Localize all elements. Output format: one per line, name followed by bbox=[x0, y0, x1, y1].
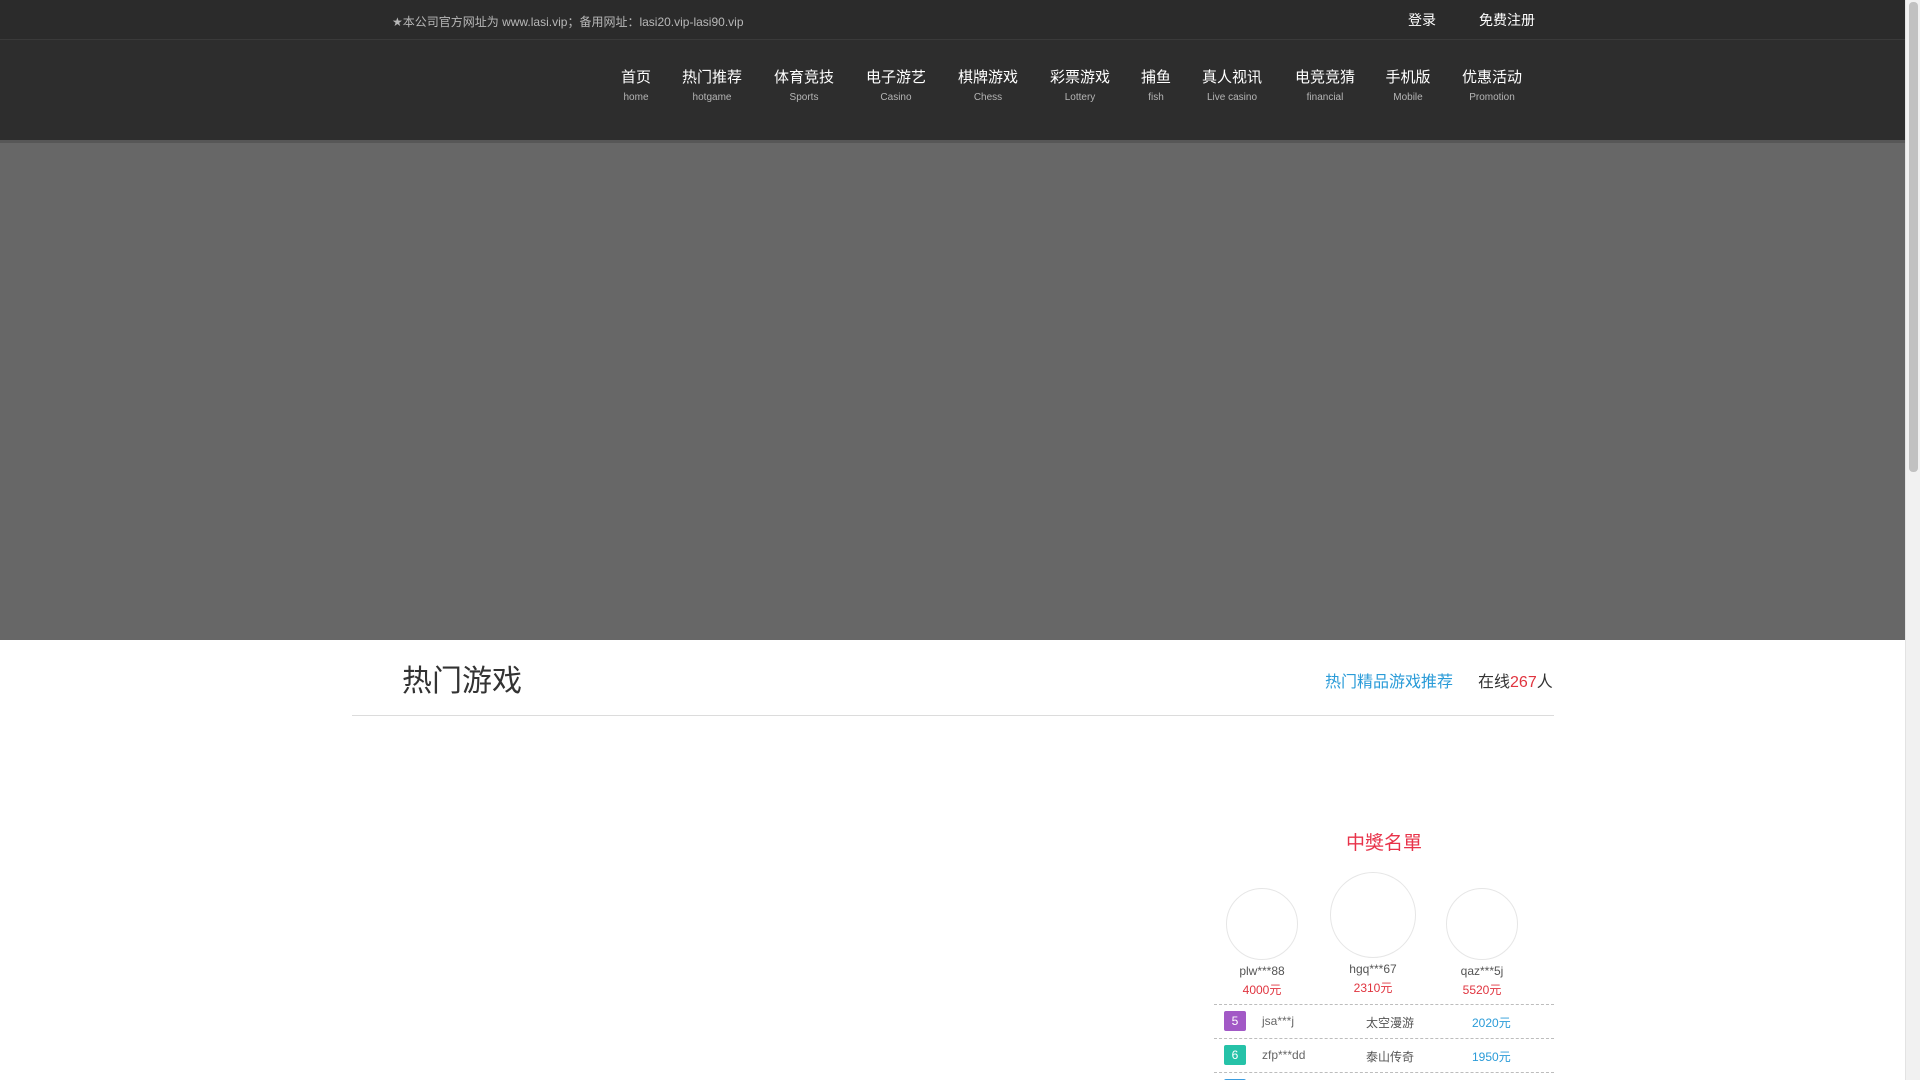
top-bar: ★本公司官方网址为 www.lasi.vip；备用网址：lasi20.vip-l… bbox=[0, 0, 1905, 40]
page-scrollbar[interactable] bbox=[1905, 0, 1920, 1080]
rank-badge: 6 bbox=[1224, 1045, 1246, 1065]
nav-sublabel: fish bbox=[1148, 92, 1164, 103]
login-link[interactable]: 登录 bbox=[1408, 10, 1436, 30]
winners-list: 5 jsa***j 太空漫游 2020元 6 zfp***dd 泰山传奇 195… bbox=[1214, 1004, 1554, 1080]
online-number: 267 bbox=[1510, 674, 1537, 691]
nav-sublabel: Promotion bbox=[1469, 92, 1515, 103]
online-count: 在线267人 bbox=[1478, 668, 1553, 692]
avatar bbox=[1226, 888, 1298, 960]
podium-slot-center: hgq***67 2310元 bbox=[1328, 872, 1418, 996]
nav-sublabel: Mobile bbox=[1393, 92, 1423, 103]
winners-panel: 中獎名單 plw***88 4000元 hgq***67 2310元 qaz**… bbox=[1214, 820, 1554, 1080]
nav-item-chess[interactable]: 棋牌游戏 Chess bbox=[958, 68, 1018, 105]
nav-label: 电竞竞猜 bbox=[1294, 69, 1356, 86]
nav-label: 彩票游戏 bbox=[1049, 69, 1111, 86]
avatar bbox=[1446, 888, 1518, 960]
scrollbar-thumb[interactable] bbox=[1909, 2, 1918, 472]
avatar bbox=[1330, 872, 1416, 958]
podium-slot-left: plw***88 4000元 bbox=[1224, 888, 1300, 998]
winner-game: 太空漫游 bbox=[1366, 1016, 1415, 1030]
winner-amount: 4000元 bbox=[1242, 983, 1282, 997]
nav-item-home[interactable]: 首页 home bbox=[621, 68, 651, 105]
nav-sublabel: Casino bbox=[880, 92, 912, 103]
main-nav: 首页 home 热门推荐 hotgame 体育竞技 Sports 电子游艺 Ca… bbox=[0, 40, 1905, 140]
winner-username: plw***88 bbox=[1239, 964, 1285, 978]
nav-label: 棋牌游戏 bbox=[957, 69, 1019, 86]
nav-sublabel: home bbox=[623, 92, 649, 103]
nav-label: 首页 bbox=[620, 69, 652, 86]
nav-label: 捕鱼 bbox=[1140, 69, 1172, 86]
nav-sublabel: Chess bbox=[973, 92, 1003, 103]
nav-item-promotion[interactable]: 优惠活动 Promotion bbox=[1462, 68, 1522, 105]
nav-sublabel: Live casino bbox=[1206, 92, 1258, 103]
nav-item-lottery[interactable]: 彩票游戏 Lottery bbox=[1050, 68, 1110, 105]
hot-games-header: 热门游戏 热门精品游戏推荐 在线267人 bbox=[352, 640, 1554, 716]
hero-banner[interactable] bbox=[0, 140, 1905, 640]
site-notice: ★本公司官方网址为 www.lasi.vip；备用网址：lasi20.vip-l… bbox=[392, 15, 744, 29]
podium-slot-right: qaz***5j 5520元 bbox=[1444, 888, 1520, 998]
nav-sublabel: Sports bbox=[789, 92, 819, 103]
nav-label: 体育竞技 bbox=[773, 69, 835, 86]
rank-badge: 5 bbox=[1224, 1011, 1246, 1031]
nav-item-mobile[interactable]: 手机版 Mobile bbox=[1385, 68, 1430, 105]
nav-label: 优惠活动 bbox=[1461, 69, 1523, 86]
winners-podium: plw***88 4000元 hgq***67 2310元 qaz***5j 5… bbox=[1214, 870, 1554, 1000]
list-item bbox=[1214, 1072, 1554, 1080]
winner-amount: 1950元 bbox=[1472, 1050, 1511, 1064]
online-suffix: 人 bbox=[1536, 674, 1553, 691]
recommended-games-link[interactable]: 热门精品游戏推荐 bbox=[1325, 668, 1453, 692]
nav-sublabel: financial bbox=[1306, 92, 1344, 103]
nav-sublabel: hotgame bbox=[692, 92, 732, 103]
nav-item-hotgame[interactable]: 热门推荐 hotgame bbox=[682, 68, 742, 105]
nav-sublabel: Lottery bbox=[1064, 92, 1096, 103]
nav-label: 热门推荐 bbox=[681, 69, 743, 86]
winner-username: zfp***dd bbox=[1262, 1048, 1306, 1062]
winner-amount: 2310元 bbox=[1353, 981, 1393, 995]
section-title: 热门游戏 bbox=[402, 665, 522, 698]
list-item: 6 zfp***dd 泰山传奇 1950元 bbox=[1214, 1038, 1554, 1072]
nav-item-live-casino[interactable]: 真人视讯 Live casino bbox=[1202, 68, 1262, 105]
page: ★本公司官方网址为 www.lasi.vip；备用网址：lasi20.vip-l… bbox=[0, 0, 1905, 1080]
winners-title: 中獎名單 bbox=[1345, 833, 1422, 854]
nav-item-esports[interactable]: 电竞竞猜 financial bbox=[1295, 68, 1355, 105]
online-prefix: 在线 bbox=[1478, 674, 1511, 691]
nav-item-casino[interactable]: 电子游艺 Casino bbox=[866, 68, 926, 105]
winner-username: qaz***5j bbox=[1460, 964, 1504, 978]
nav-label: 真人视讯 bbox=[1201, 69, 1263, 86]
winner-amount: 2020元 bbox=[1472, 1016, 1511, 1030]
nav-label: 手机版 bbox=[1385, 69, 1431, 86]
register-link[interactable]: 免费注册 bbox=[1479, 10, 1535, 30]
winner-amount: 5520元 bbox=[1462, 983, 1502, 997]
winner-username: jsa***j bbox=[1262, 1014, 1295, 1028]
nav-item-sports[interactable]: 体育竞技 Sports bbox=[774, 68, 834, 105]
winner-game: 泰山传奇 bbox=[1366, 1050, 1415, 1064]
list-item: 5 jsa***j 太空漫游 2020元 bbox=[1214, 1004, 1554, 1038]
winner-username: hgq***67 bbox=[1349, 962, 1397, 976]
nav-label: 电子游艺 bbox=[865, 69, 927, 86]
nav-item-fish[interactable]: 捕鱼 fish bbox=[1141, 68, 1171, 105]
